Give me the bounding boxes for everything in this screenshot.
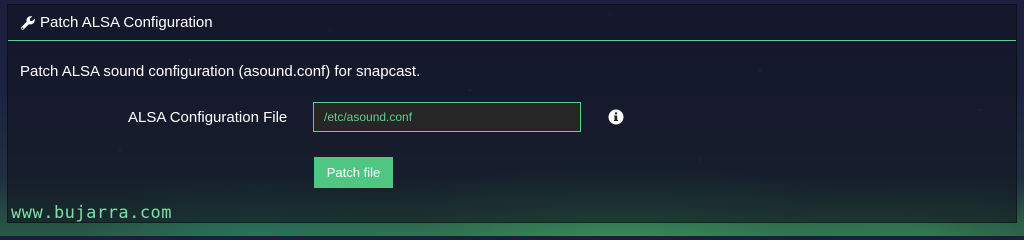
info-circle-icon[interactable] [608, 109, 624, 125]
patch-file-button[interactable]: Patch file [314, 157, 393, 188]
panel-description: Patch ALSA sound configuration (asound.c… [20, 63, 421, 80]
panel-title: Patch ALSA Configuration [40, 14, 213, 31]
wrench-icon [21, 15, 35, 30]
config-file-input[interactable] [313, 102, 581, 132]
watermark: www.bujarra.com [11, 203, 173, 223]
patch-alsa-panel: Patch ALSA Configuration Patch ALSA soun… [7, 4, 1017, 223]
config-file-label: ALSA Configuration File [128, 109, 288, 126]
panel-header: Patch ALSA Configuration [8, 5, 1016, 41]
